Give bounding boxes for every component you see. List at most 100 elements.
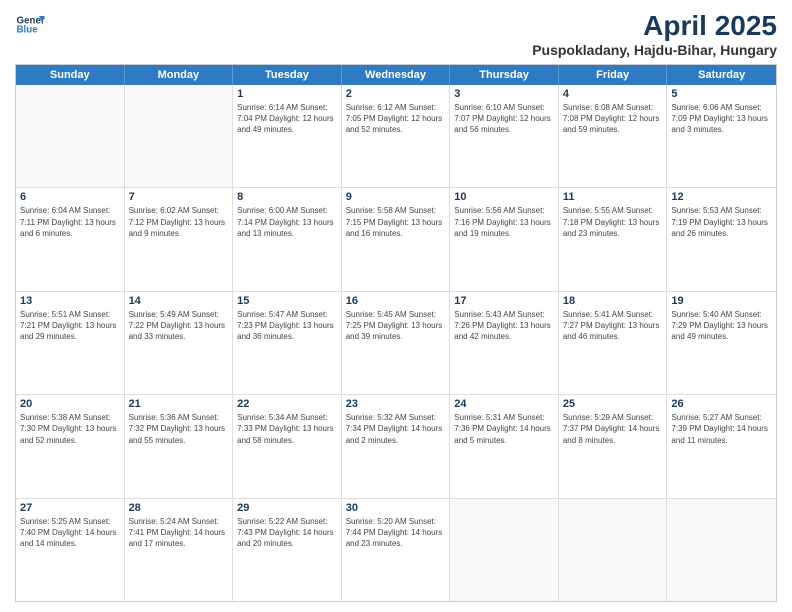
cell-day: 23 — [346, 398, 446, 410]
cell-info: Sunrise: 5:32 AM Sunset: 7:34 PM Dayligh… — [346, 412, 446, 446]
cell-18: 17 Sunrise: 5:43 AM Sunset: 7:26 PM Dayli… — [450, 292, 559, 394]
cell-day: 20 — [20, 398, 120, 410]
col-header-sunday: Sunday — [16, 65, 125, 85]
cell-29: 28Sunrise: 5:24 AM Sunset: 7:41 PM Dayli… — [125, 499, 234, 601]
cell-day: 30 — [346, 502, 446, 514]
cell-info: Sunrise: 5:34 AM Sunset: 7:33 PM Dayligh… — [237, 412, 337, 446]
cell-day: 17 — [454, 295, 554, 307]
cell-19: 18 Sunrise: 5:41 AM Sunset: 7:27 PM Dayli… — [559, 292, 668, 394]
cell-day: 18 — [563, 295, 663, 307]
cell-info: Sunrise: 5:22 AM Sunset: 7:43 PM Dayligh… — [237, 516, 337, 550]
cell-17: 16 Sunrise: 5:45 AM Sunset: 7:25 PM Dayli… — [342, 292, 451, 394]
cell-day: 27 — [20, 502, 120, 514]
cell-day: 29 — [237, 502, 337, 514]
col-header-friday: Friday — [559, 65, 668, 85]
cell-info: Sunrise: 5:20 AM Sunset: 7:44 PM Dayligh… — [346, 516, 446, 550]
cell-day: 11 — [563, 191, 663, 203]
cell-day: 4 — [563, 88, 663, 100]
cell-6: 5 Sunrise: 6:06 AM Sunset: 7:09 PM Daylig… — [667, 85, 776, 187]
cell-info: Sunrise: 6:00 AM Sunset: 7:14 PM Dayligh… — [237, 205, 337, 239]
cell-info: Sunrise: 6:10 AM Sunset: 7:07 PM Dayligh… — [454, 102, 554, 136]
col-header-tuesday: Tuesday — [233, 65, 342, 85]
cell-5: 4Sunrise: 6:08 AM Sunset: 7:08 PM Daylig… — [559, 85, 668, 187]
cell-info: Sunrise: 5:40 AM Sunset: 7:29 PM Dayligh… — [671, 309, 772, 343]
cell-24: 23 Sunrise: 5:32 AM Sunset: 7:34 PM Dayli… — [342, 395, 451, 497]
cell-21: 20 Sunrise: 5:38 AM Sunset: 7:30 PM Dayli… — [16, 395, 125, 497]
cell-25: 24Sunrise: 5:31 AM Sunset: 7:36 PM Dayli… — [450, 395, 559, 497]
cell-1 — [125, 85, 234, 187]
cell-8: 7 Sunrise: 6:02 AM Sunset: 7:12 PM Daylig… — [125, 188, 234, 290]
cell-info: Sunrise: 5:51 AM Sunset: 7:21 PM Dayligh… — [20, 309, 120, 343]
cell-info: Sunrise: 5:55 AM Sunset: 7:18 PM Dayligh… — [563, 205, 663, 239]
cell-day: 21 — [129, 398, 229, 410]
cell-info: Sunrise: 6:06 AM Sunset: 7:09 PM Dayligh… — [671, 102, 772, 136]
cell-info: Sunrise: 5:41 AM Sunset: 7:27 PM Dayligh… — [563, 309, 663, 343]
calendar-row-4: 27 Sunrise: 5:25 AM Sunset: 7:40 PM Dayli… — [16, 499, 776, 601]
cell-20: 19Sunrise: 5:40 AM Sunset: 7:29 PM Dayli… — [667, 292, 776, 394]
logo: General Blue — [15, 10, 45, 40]
cell-3: 2 Sunrise: 6:12 AM Sunset: 7:05 PM Daylig… — [342, 85, 451, 187]
cell-day: 2 — [346, 88, 446, 100]
cell-15: 14 Sunrise: 5:49 AM Sunset: 7:22 PM Dayli… — [125, 292, 234, 394]
calendar-row-3: 20 Sunrise: 5:38 AM Sunset: 7:30 PM Dayli… — [16, 395, 776, 498]
cell-day: 26 — [671, 398, 772, 410]
cell-info: Sunrise: 5:25 AM Sunset: 7:40 PM Dayligh… — [20, 516, 120, 550]
col-header-saturday: Saturday — [667, 65, 776, 85]
cell-info: Sunrise: 6:02 AM Sunset: 7:12 PM Dayligh… — [129, 205, 229, 239]
cell-14: 13 Sunrise: 5:51 AM Sunset: 7:21 PM Dayli… — [16, 292, 125, 394]
cell-info: Sunrise: 5:56 AM Sunset: 7:16 PM Dayligh… — [454, 205, 554, 239]
cell-33 — [559, 499, 668, 601]
col-header-monday: Monday — [125, 65, 234, 85]
cell-info: Sunrise: 5:47 AM Sunset: 7:23 PM Dayligh… — [237, 309, 337, 343]
cell-32 — [450, 499, 559, 601]
calendar-row-0: 1 Sunrise: 6:14 AM Sunset: 7:04 PM Daylig… — [16, 85, 776, 188]
page-header: General Blue April 2025 Puspokladany, Ha… — [15, 10, 777, 58]
cell-info: Sunrise: 5:53 AM Sunset: 7:19 PM Dayligh… — [671, 205, 772, 239]
cell-info: Sunrise: 5:49 AM Sunset: 7:22 PM Dayligh… — [129, 309, 229, 343]
cell-10: 9 Sunrise: 5:58 AM Sunset: 7:15 PM Daylig… — [342, 188, 451, 290]
cell-info: Sunrise: 5:58 AM Sunset: 7:15 PM Dayligh… — [346, 205, 446, 239]
cell-day: 7 — [129, 191, 229, 203]
cell-day: 9 — [346, 191, 446, 203]
calendar-body: 1 Sunrise: 6:14 AM Sunset: 7:04 PM Daylig… — [16, 85, 776, 601]
cell-day: 3 — [454, 88, 554, 100]
cell-info: Sunrise: 5:43 AM Sunset: 7:26 PM Dayligh… — [454, 309, 554, 343]
cell-info: Sunrise: 5:45 AM Sunset: 7:25 PM Dayligh… — [346, 309, 446, 343]
cell-30: 29 Sunrise: 5:22 AM Sunset: 7:43 PM Dayli… — [233, 499, 342, 601]
subtitle: Puspokladany, Hajdu-Bihar, Hungary — [532, 42, 777, 58]
cell-22: 21 Sunrise: 5:36 AM Sunset: 7:32 PM Dayli… — [125, 395, 234, 497]
cell-day: 6 — [20, 191, 120, 203]
cell-day: 13 — [20, 295, 120, 307]
cell-2: 1 Sunrise: 6:14 AM Sunset: 7:04 PM Daylig… — [233, 85, 342, 187]
col-header-wednesday: Wednesday — [342, 65, 451, 85]
cell-day: 1 — [237, 88, 337, 100]
cell-info: Sunrise: 5:38 AM Sunset: 7:30 PM Dayligh… — [20, 412, 120, 446]
calendar-row-1: 6Sunrise: 6:04 AM Sunset: 7:11 PM Daylig… — [16, 188, 776, 291]
cell-info: Sunrise: 5:27 AM Sunset: 7:39 PM Dayligh… — [671, 412, 772, 446]
cell-info: Sunrise: 5:36 AM Sunset: 7:32 PM Dayligh… — [129, 412, 229, 446]
cell-info: Sunrise: 5:24 AM Sunset: 7:41 PM Dayligh… — [129, 516, 229, 550]
cell-26: 25Sunrise: 5:29 AM Sunset: 7:37 PM Dayli… — [559, 395, 668, 497]
cell-16: 15 Sunrise: 5:47 AM Sunset: 7:23 PM Dayli… — [233, 292, 342, 394]
cell-info: Sunrise: 6:14 AM Sunset: 7:04 PM Dayligh… — [237, 102, 337, 136]
cell-27: 26 Sunrise: 5:27 AM Sunset: 7:39 PM Dayli… — [667, 395, 776, 497]
cell-day: 12 — [671, 191, 772, 203]
logo-icon: General Blue — [15, 10, 45, 40]
cell-day: 8 — [237, 191, 337, 203]
cell-info: Sunrise: 6:12 AM Sunset: 7:05 PM Dayligh… — [346, 102, 446, 136]
cell-day: 16 — [346, 295, 446, 307]
cell-info: Sunrise: 5:31 AM Sunset: 7:36 PM Dayligh… — [454, 412, 554, 446]
cell-0 — [16, 85, 125, 187]
calendar-header: SundayMondayTuesdayWednesdayThursdayFrid… — [16, 65, 776, 85]
svg-text:Blue: Blue — [17, 25, 39, 36]
cell-9: 8 Sunrise: 6:00 AM Sunset: 7:14 PM Daylig… — [233, 188, 342, 290]
cell-34 — [667, 499, 776, 601]
cell-day: 14 — [129, 295, 229, 307]
cell-day: 15 — [237, 295, 337, 307]
cell-11: 10 Sunrise: 5:56 AM Sunset: 7:16 PM Dayli… — [450, 188, 559, 290]
cell-day: 5 — [671, 88, 772, 100]
cell-day: 22 — [237, 398, 337, 410]
calendar-row-2: 13 Sunrise: 5:51 AM Sunset: 7:21 PM Dayli… — [16, 292, 776, 395]
cell-12: 11 Sunrise: 5:55 AM Sunset: 7:18 PM Dayli… — [559, 188, 668, 290]
cell-day: 10 — [454, 191, 554, 203]
